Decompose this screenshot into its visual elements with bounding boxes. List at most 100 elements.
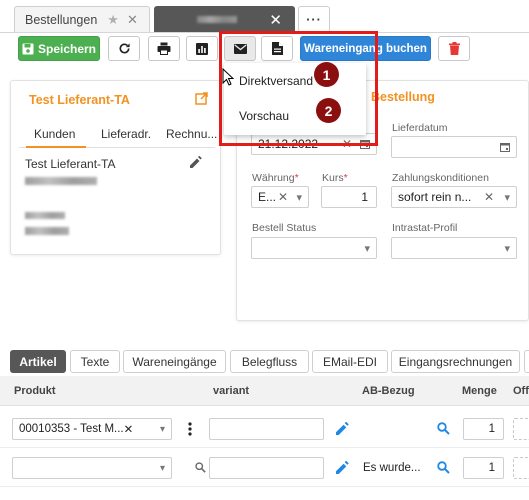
chevron-down-icon: ▾ — [504, 242, 510, 255]
blurred-document-title — [197, 16, 237, 23]
variant-input[interactable] — [209, 418, 324, 440]
blurred-address-line — [25, 227, 69, 235]
kurs-input[interactable]: 1 — [321, 186, 377, 208]
menu-item-direktversand[interactable]: Direktversand — [239, 74, 313, 88]
column-header-menge[interactable]: Menge — [462, 385, 497, 397]
offen-cell[interactable] — [513, 418, 529, 440]
tab-artikel[interactable]: Artikel — [10, 350, 66, 373]
floppy-disk-icon — [22, 43, 34, 54]
clear-icon[interactable]: ✕ — [484, 190, 494, 204]
ab-bezug-value: Es wurde... — [363, 462, 421, 474]
divider — [0, 32, 529, 33]
email-dropdown-menu: Direktversand Vorschau — [224, 63, 366, 135]
order-card-title: Bestellung — [371, 90, 435, 104]
supplier-sub-tabs: Kunden Lieferadr. Rechnu... — [19, 122, 217, 148]
offen-cell[interactable] — [513, 457, 529, 479]
variant-input[interactable] — [209, 457, 324, 479]
column-header-produkt[interactable]: Produkt — [14, 385, 56, 397]
clear-icon[interactable]: ✕ — [278, 190, 288, 204]
tab-rechnungsadresse[interactable]: Rechnu... — [166, 127, 217, 141]
wareneingang-buchen-label: Wareneingang buchen — [304, 42, 427, 55]
clear-icon[interactable]: ✕ — [124, 422, 134, 436]
refresh-icon — [119, 43, 130, 54]
kurs-label: Kurs* — [322, 172, 348, 184]
tab-lieferadresse[interactable]: Lieferadr. — [101, 127, 151, 141]
search-icon[interactable] — [437, 461, 450, 474]
printer-icon — [157, 42, 171, 55]
article-grid-header: Produkt variant AB-Bezug Menge Offe — [0, 376, 529, 406]
toolbar: Speichern Wareneingang buchen — [0, 34, 529, 64]
bestelldatum-value: 21.12.2022 — [258, 137, 319, 151]
menge-value: 1 — [488, 462, 495, 474]
column-header-offen[interactable]: Offe — [513, 385, 529, 397]
supplier-card: Test Lieferant-TA Kunden Lieferadr. Rech… — [10, 80, 221, 255]
tab-kunden[interactable]: Kunden — [26, 127, 86, 148]
tab-bestellungen-label: Bestellungen — [25, 12, 98, 27]
menge-input[interactable]: 1 — [463, 457, 504, 479]
chevron-down-icon: ▾ — [296, 191, 302, 204]
zahlungskonditionen-select[interactable]: sofort rein n... ✕ ▾ — [391, 186, 517, 208]
email-button[interactable] — [224, 36, 256, 61]
close-icon[interactable]: ✕ — [127, 12, 138, 28]
tab-texte[interactable]: Texte — [70, 350, 120, 373]
lieferdatum-field[interactable] — [391, 136, 517, 158]
produkt-select[interactable]: 00010353 - Test M... ✕ ▾ — [12, 418, 172, 440]
tab-current-document[interactable]: ✕ — [154, 6, 295, 32]
calendar-icon[interactable] — [360, 139, 370, 149]
save-button[interactable]: Speichern — [18, 36, 100, 61]
lieferdatum-label: Lieferdatum — [392, 122, 448, 134]
clear-icon[interactable]: ✕ — [342, 137, 352, 151]
open-external-icon[interactable] — [195, 92, 208, 105]
table-row: ▾ Es wurde... 1 — [0, 449, 529, 487]
pencil-icon[interactable] — [336, 461, 349, 474]
column-header-ab-bezug[interactable]: AB-Bezug — [362, 385, 415, 397]
more-icon: ··· — [306, 12, 322, 27]
blurred-address-line — [25, 177, 97, 185]
tab-eingangsrechnungen[interactable]: Eingangsrechnungen — [391, 350, 520, 373]
reload-button[interactable] — [108, 36, 140, 61]
waehrung-select[interactable]: E... ✕ ▾ — [251, 186, 309, 208]
pencil-icon[interactable] — [336, 422, 349, 435]
menu-item-vorschau[interactable]: Vorschau — [239, 109, 289, 123]
statistics-button[interactable] — [186, 36, 218, 61]
delete-button[interactable] — [438, 36, 470, 61]
search-icon[interactable] — [437, 422, 450, 435]
tab-bestellungen[interactable]: Bestellungen ★ ✕ — [14, 6, 150, 32]
zahlungskonditionen-value: sofort rein n... — [398, 190, 472, 204]
chevron-down-icon: ▾ — [504, 191, 510, 204]
more-vertical-icon[interactable] — [188, 422, 192, 436]
tab-more-button[interactable]: ··· — [298, 6, 330, 32]
annotation-marker-2: 2 — [316, 98, 341, 123]
envelope-icon — [233, 43, 247, 54]
intrastat-profil-label: Intrastat-Profil — [392, 222, 458, 234]
tab-belegfluss[interactable]: Belegfluss — [230, 350, 309, 373]
tab-wareneingaenge[interactable]: Wareneingänge — [123, 350, 226, 373]
menge-input[interactable]: 1 — [463, 418, 504, 440]
menge-value: 1 — [488, 423, 495, 435]
produkt-select[interactable]: ▾ — [12, 457, 172, 479]
search-icon[interactable] — [195, 462, 206, 473]
print-button[interactable] — [148, 36, 180, 61]
column-header-variant[interactable]: variant — [213, 385, 249, 397]
supplier-name: Test Lieferant-TA — [25, 157, 116, 171]
waehrung-label: Währung* — [252, 172, 299, 184]
bestell-status-select[interactable]: ▾ — [251, 237, 377, 259]
kurs-value: 1 — [361, 190, 368, 204]
document-button[interactable] — [261, 36, 293, 61]
zahlungskonditionen-label: Zahlungskonditionen — [392, 172, 489, 184]
produkt-value: 00010353 - Test M... — [19, 423, 124, 435]
intrastat-profil-select[interactable]: ▾ — [391, 237, 517, 259]
calendar-icon[interactable] — [500, 142, 510, 152]
wareneingang-buchen-button[interactable]: Wareneingang buchen — [300, 36, 431, 61]
close-icon[interactable]: ✕ — [269, 11, 282, 29]
detail-tab-bar: Artikel Texte Wareneingänge Belegfluss E… — [0, 350, 529, 374]
tab-overflow[interactable] — [524, 350, 529, 373]
tab-email-edi[interactable]: EMail-EDI — [312, 350, 388, 373]
pencil-icon[interactable] — [190, 156, 202, 168]
chevron-down-icon: ▾ — [159, 462, 165, 474]
waehrung-value: E... — [258, 190, 277, 204]
bestelldatum-field[interactable]: 21.12.2022 ✕ — [251, 133, 377, 155]
bar-chart-icon — [196, 42, 208, 55]
document-tab-bar: Bestellungen ★ ✕ ✕ ··· — [0, 0, 529, 34]
star-icon[interactable]: ★ — [107, 12, 119, 28]
